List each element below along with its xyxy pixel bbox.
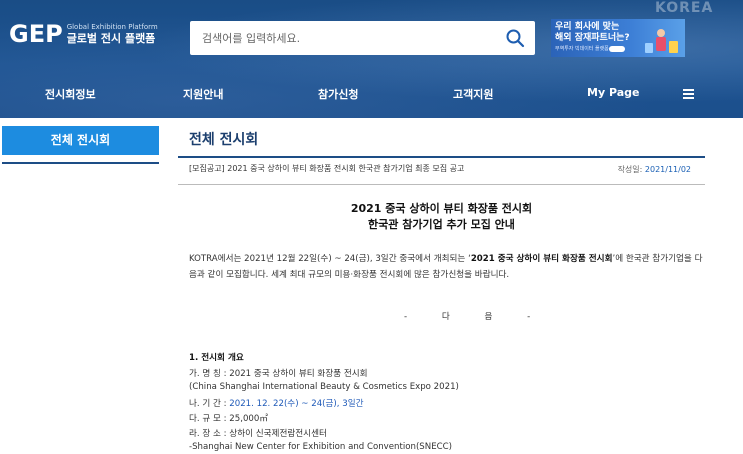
post-date: 작성일: 2021/11/02 [618, 164, 691, 175]
overview-venue-english: -Shanghai New Center for Exhibition and … [189, 442, 452, 452]
logo-english: Global Exhibition Platform [66, 23, 158, 31]
section-heading: 1. 전시회 개요 [189, 353, 244, 363]
overview-name-value: 2021 중국 상하이 뷰티 화장품 전시회 [229, 369, 368, 379]
logo-text: Global Exhibition Platform 글로벌 전시 플랫폼 [67, 23, 158, 45]
sidebar-divider [2, 162, 159, 164]
post-subject: [모집공고] 2021 중국 상하이 뷰티 화장품 전시회 한국관 참가기업 최… [189, 164, 465, 173]
banner-background-text: KOREA [655, 0, 714, 16]
banner-illustration-icon [645, 29, 678, 53]
main-nav: 전시회정보 지원안내 참가신청 고객지원 My Page [0, 86, 743, 110]
sidebar-item-all-exhibitions[interactable]: 전체 전시회 [2, 126, 159, 155]
site-header: KOREA GEP Global Exhibition Platform 글로벌… [0, 0, 743, 118]
article-subheadline: 한국관 참가기업 추가 모집 안내 [368, 218, 515, 231]
overview-venue-label: 라. 장 소 : [189, 429, 230, 439]
banner-line1: 우리 회사에 맞는 [555, 22, 620, 32]
nav-exhibition-info[interactable]: 전시회정보 [45, 86, 96, 102]
overview-name-english: (China Shanghai International Beauty & C… [189, 382, 459, 392]
intro-text-pre: KOTRA에서는 2021년 12월 22일(수) ~ 24(금), 3일간 중… [189, 254, 471, 264]
overview-scale-label: 다. 규 모 : [189, 414, 230, 424]
banner-line2: 해외 잠재파트너는? [555, 33, 630, 43]
search-icon[interactable] [505, 28, 525, 48]
overview-venue: 라. 장 소 : 상하이 신국제전람전시센터 [189, 427, 327, 439]
title-divider [178, 156, 705, 158]
search-bar [190, 21, 535, 55]
nav-support-guide[interactable]: 지원안내 [183, 86, 223, 102]
overview-scale-value: 25,000㎡ [229, 414, 268, 424]
search-input[interactable] [190, 21, 490, 55]
overview-period-label: 나. 기 간 : [189, 399, 230, 409]
nav-customer-support[interactable]: 고객지원 [453, 86, 493, 102]
article-intro: KOTRA에서는 2021년 12월 22일(수) ~ 24(금), 3일간 중… [189, 251, 709, 283]
overview-period: 나. 기 간 : 2021. 12. 22(수) ~ 24(금), 3일간 [189, 397, 364, 409]
hamburger-menu-icon[interactable] [683, 89, 694, 99]
subject-divider [178, 184, 705, 185]
partner-banner[interactable]: 우리 회사에 맞는 해외 잠재파트너는? 무역투자 빅데이터 플랫폼 [551, 19, 685, 57]
overview-scale: 다. 규 모 : 25,000㎡ [189, 412, 268, 424]
logo-korean: 글로벌 전시 플랫폼 [66, 32, 156, 45]
overview-period-value: 2021. 12. 22(수) ~ 24(금), 3일간 [229, 399, 364, 409]
banner-button [609, 46, 625, 52]
logo-mark: GEP [9, 20, 63, 48]
banner-line3: 무역투자 빅데이터 플랫폼 [555, 46, 609, 52]
article-headline: 2021 중국 상하이 뷰티 화장품 전시회 [350, 202, 533, 215]
section-divider-text: - 다 음 - [404, 312, 531, 322]
page-title: 전체 전시회 [189, 132, 259, 148]
overview-name-label: 가. 명 칭 : [189, 369, 230, 379]
post-date-value: 2021/11/02 [644, 165, 691, 174]
nav-my-page[interactable]: My Page [587, 86, 639, 99]
overview-name: 가. 명 칭 : 2021 중국 상하이 뷰티 화장품 전시회 [189, 367, 368, 379]
post-date-label: 작성일: [617, 165, 643, 174]
nav-application[interactable]: 참가신청 [318, 86, 358, 102]
site-logo[interactable]: GEP Global Exhibition Platform 글로벌 전시 플랫… [9, 22, 158, 46]
intro-text-bold: 2021 중국 상하이 뷰티 화장품 전시회 [470, 254, 613, 264]
overview-venue-value: 상하이 신국제전람전시센터 [229, 429, 327, 439]
